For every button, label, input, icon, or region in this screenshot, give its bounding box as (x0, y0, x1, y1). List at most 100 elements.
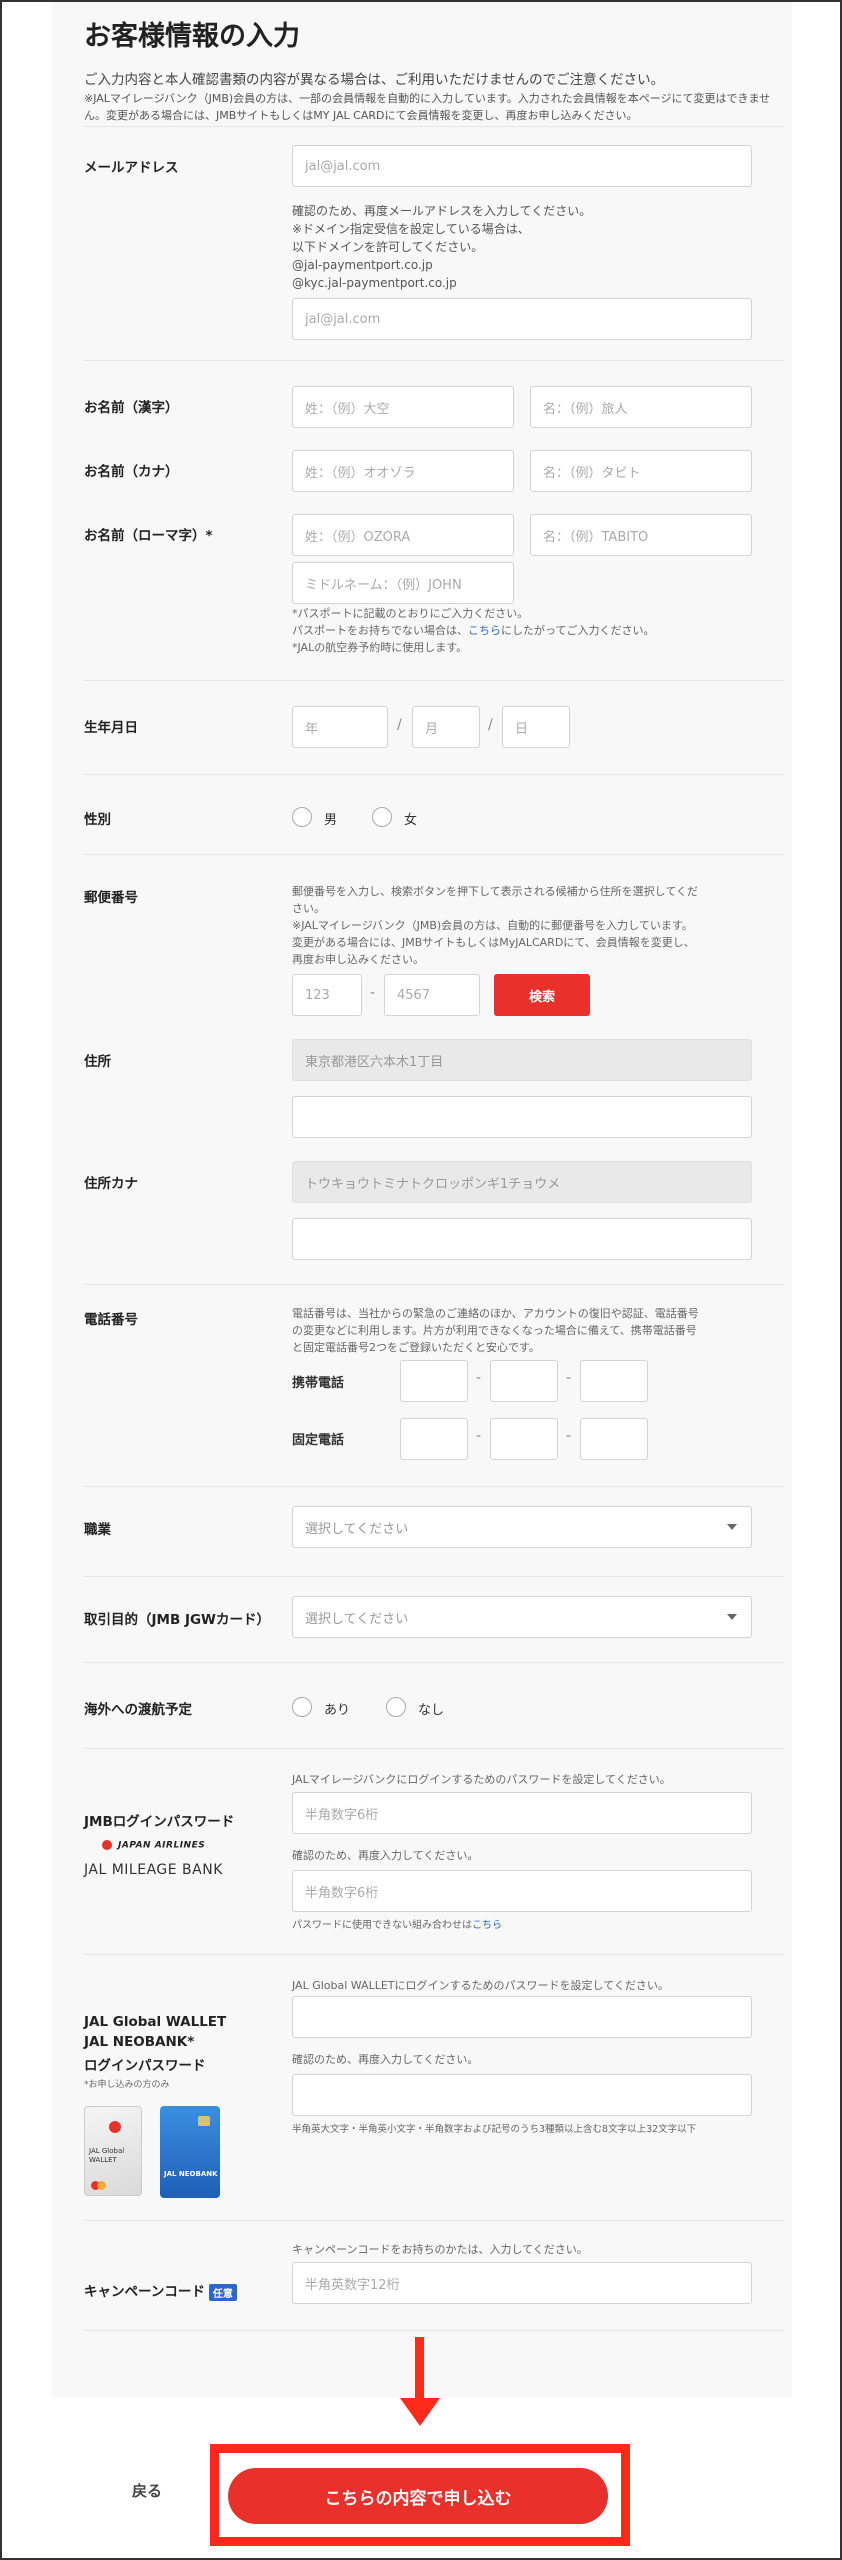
gender-male-radio[interactable] (292, 807, 312, 827)
divider (84, 1576, 784, 1577)
mobile-phone-part1-input[interactable] (400, 1360, 468, 1402)
phone-dash: - (476, 1370, 482, 1386)
last-name-kanji-input[interactable]: 姓：（例）大空 (292, 386, 514, 428)
postal-note-2: さい。 (292, 902, 325, 915)
overseas-no-label: なし (418, 1703, 445, 1718)
mastercard-icon-2 (97, 2181, 106, 2190)
jmb-password-label: JMBログインパスワード (84, 1814, 235, 1830)
gender-female-label: 女 (404, 813, 418, 828)
overseas-travel-label: 海外への渡航予定 (84, 1702, 192, 1718)
birth-year-input[interactable]: 年 (292, 706, 388, 748)
mobile-phone-part2-input[interactable] (490, 1360, 558, 1402)
wallet-label-line3: ログインパスワード (84, 2058, 206, 2074)
name-kana-label: お名前（カナ） (84, 464, 179, 480)
jmb-password-rule-note: パスワードに使用できない組み合わせはこちら (292, 1918, 502, 1934)
email-label: メールアドレス (84, 160, 179, 176)
landline-phone-part2-input[interactable] (490, 1418, 558, 1460)
address-detail-input[interactable] (292, 1096, 752, 1138)
phone-note-3: と固定電話番号2つをご登録いただくと安心です。 (292, 1341, 540, 1354)
jal-crane-icon (102, 1840, 112, 1850)
jmb-note: ※JALマイレージバンク（JMB)会員の方は、一部の会員情報を自動的に入力してい… (84, 92, 771, 122)
email-confirm-note-3: 以下ドメインを許可してください。 (292, 240, 484, 254)
divider (84, 1954, 784, 1955)
landline-phone-part1-input[interactable] (400, 1418, 468, 1460)
email-confirm-note-1: 確認のため、再度メールアドレスを入力してください。 (292, 204, 592, 218)
submit-button[interactable]: こちらの内容で申し込む (228, 2468, 608, 2524)
gender-label: 性別 (84, 812, 111, 828)
last-name-kana-input[interactable]: 姓：（例）オオゾラ (292, 450, 514, 492)
name-roman-note-2-text: パスポートをお持ちでない場合は、 (292, 624, 468, 637)
jmb-password-input[interactable]: 半角数字6桁 (292, 1792, 752, 1834)
birth-day-input[interactable]: 日 (502, 706, 570, 748)
jmb-password-confirm-input[interactable]: 半角数字6桁 (292, 1870, 752, 1912)
wallet-sub-note: *お申し込みの方のみ (84, 2080, 170, 2090)
password-rule-link[interactable]: こちら (472, 1920, 502, 1931)
postal-code-first-input[interactable]: 123 (292, 974, 362, 1016)
birth-separator: / (488, 717, 493, 733)
phone-note-2: の変更などに利用します。片方が利用できなくなった場合に備えて、携帯電話番号 (292, 1324, 697, 1337)
email-input[interactable]: jal@jal.com (292, 145, 752, 187)
first-name-kanji-input[interactable]: 名：（例）旅人 (530, 386, 752, 428)
gender-male-label: 男 (324, 813, 338, 828)
mobile-phone-part3-input[interactable] (580, 1360, 648, 1402)
jal-logo: JAPAN AIRLINES (102, 1840, 205, 1851)
email-confirm-input[interactable]: jal@jal.com (292, 298, 752, 340)
postal-note-5: 再度お申し込みください。 (292, 953, 424, 966)
name-roman-label: お名前（ローマ字）* (84, 528, 213, 544)
landline-phone-part3-input[interactable] (580, 1418, 648, 1460)
wallet-label-line1: JAL Global WALLET (84, 2014, 227, 2030)
last-name-roman-input[interactable]: 姓：（例）OZORA (292, 514, 514, 556)
email-domain-2: @kyc.jal-paymentport.co.jp (292, 276, 457, 290)
postal-dash: - (370, 985, 376, 1001)
first-name-kana-input[interactable]: 名：（例）タビト (530, 450, 752, 492)
purpose-label: 取引目的（JMB JGWカード） (84, 1612, 270, 1628)
postal-search-button[interactable]: 検索 (494, 974, 590, 1016)
overseas-yes-radio[interactable] (292, 1697, 312, 1717)
overseas-yes-label: あり (324, 1703, 351, 1718)
purpose-select[interactable]: 選択してください (292, 1596, 752, 1638)
neobank-card-text: JAL NEOBANK (164, 2170, 218, 2178)
arrow-down-icon (415, 2337, 424, 2405)
address-kana-prefilled-field: トウキョウトミナトクロッポンギ1チョウメ (292, 1161, 752, 1203)
birth-month-input[interactable]: 月 (412, 706, 480, 748)
campaign-code-label-text: キャンペーンコード (84, 2284, 205, 2300)
divider (84, 1662, 784, 1663)
optional-badge: 任意 (208, 2283, 237, 2301)
arrow-head-icon (400, 2398, 440, 2426)
first-name-roman-input[interactable]: 名：（例）TABITO (530, 514, 752, 556)
wallet-password-confirm-input[interactable] (292, 2074, 752, 2116)
page-frame: お客様情報の入力 ご入力内容と本人確認書類の内容が異なる場合は、ご利用いただけま… (0, 0, 842, 2560)
divider (84, 2220, 784, 2221)
birthdate-label: 生年月日 (84, 720, 138, 736)
email-domain-1: @jal-paymentport.co.jp (292, 258, 433, 272)
campaign-code-label: キャンペーンコード 任意 (84, 2280, 237, 2301)
jmb-password-rule-text: パスワードに使用できない組み合わせは (292, 1920, 472, 1931)
passport-help-link[interactable]: こちら (468, 624, 501, 637)
postal-code-second-input[interactable]: 4567 (384, 974, 480, 1016)
page-title: お客様情報の入力 (84, 21, 300, 52)
address-prefilled-field: 東京都港区六本木1丁目 (292, 1039, 752, 1081)
occupation-select[interactable]: 選択してください (292, 1506, 752, 1548)
divider (84, 680, 784, 681)
jal-logo-text: JAPAN AIRLINES (118, 1840, 206, 1851)
name-roman-note-2: パスポートをお持ちでない場合は、こちらにしたがってご入力ください。 (292, 623, 654, 639)
overseas-no-radio[interactable] (386, 1697, 406, 1717)
divider (84, 1284, 784, 1285)
divider (84, 854, 784, 855)
address-kana-label: 住所カナ (84, 1176, 138, 1192)
campaign-code-input[interactable]: 半角英数字12桁 (292, 2262, 752, 2304)
wallet-label-line2: JAL NEOBANK* (84, 2034, 195, 2050)
divider (84, 1748, 784, 1749)
back-button[interactable]: 戻る (132, 2480, 162, 2501)
gender-female-radio[interactable] (372, 807, 392, 827)
address-kana-detail-input[interactable] (292, 1218, 752, 1260)
postal-code-label: 郵便番号 (84, 890, 138, 906)
divider (84, 2330, 784, 2331)
wallet-password-confirm-note: 確認のため、再度入力してください。 (292, 2053, 479, 2066)
chevron-down-icon (727, 1524, 737, 1530)
purpose-select-value: 選択してください (305, 1611, 409, 1627)
name-roman-note-2-tail: にしたがってご入力ください。 (501, 624, 655, 637)
wallet-password-input[interactable] (292, 1996, 752, 2038)
middle-name-roman-input[interactable]: ミドルネーム：（例）JOHN (292, 562, 514, 604)
occupation-select-value: 選択してください (305, 1521, 409, 1537)
